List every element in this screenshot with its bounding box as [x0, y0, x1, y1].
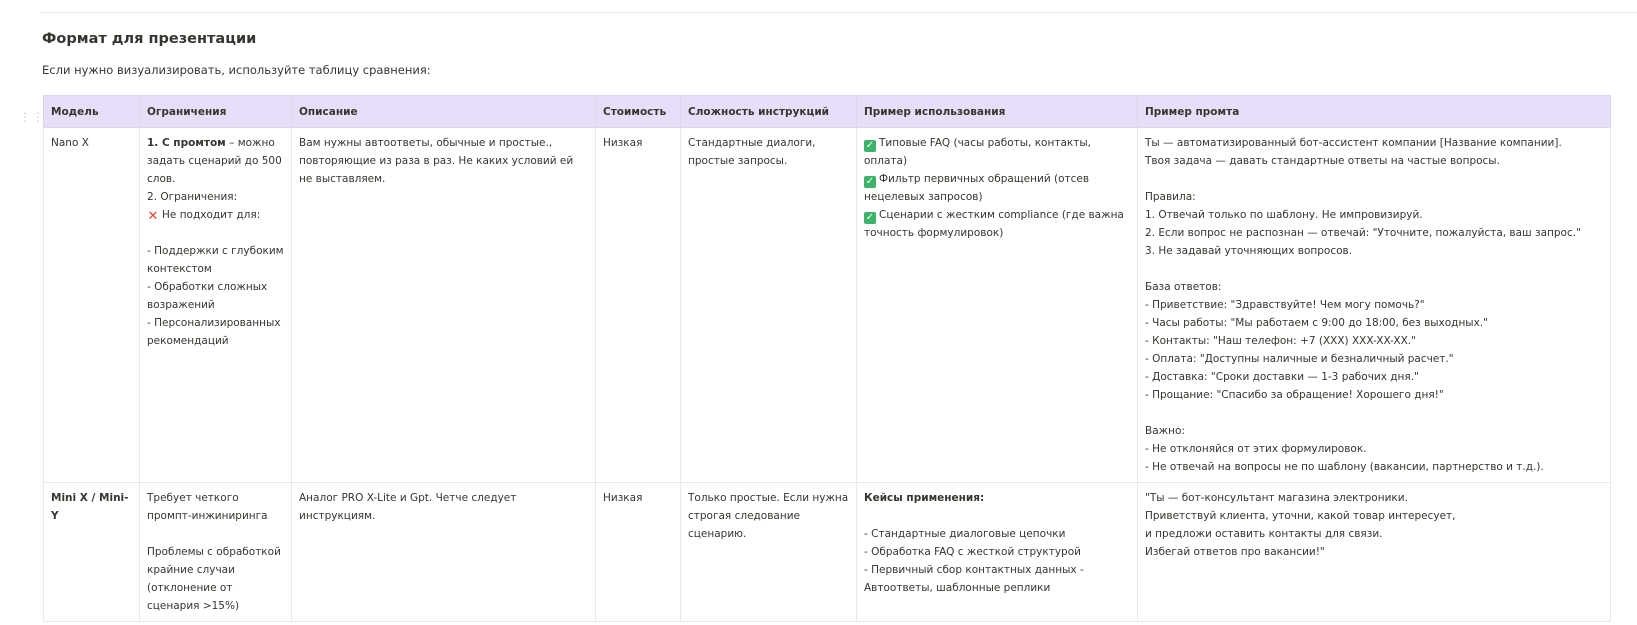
- cost-cell[interactable]: Низкая: [595, 127, 681, 483]
- prompt-line: 1. Отвечай только по шаблону. Не импрови…: [1145, 209, 1423, 221]
- drag-handle-icon[interactable]: ⋮⋮: [19, 111, 44, 128]
- top-divider: [40, 12, 1637, 13]
- usage-line: Автоответы, шаблонные реплики: [864, 582, 1051, 594]
- complexity-cell[interactable]: Только простые. Если нужна строгая следо…: [680, 482, 857, 622]
- description-cell[interactable]: Аналог PRO X-Lite и Gpt. Четче следует и…: [291, 482, 596, 622]
- usage-text: Типовые FAQ (часы работы, контакты, опла…: [864, 137, 1091, 167]
- prompt-line: База ответов:: [1145, 281, 1222, 293]
- check-mark-icon: ✓: [864, 140, 876, 152]
- prompt-cell[interactable]: Ты — автоматизированный бот-ассистент ко…: [1137, 127, 1611, 483]
- usage-line: - Первичный сбор контактных данных -: [864, 564, 1084, 576]
- prompt-line: - Часы работы: "Мы работаем с 9:00 до 18…: [1145, 317, 1488, 329]
- cost-cell[interactable]: Низкая: [595, 482, 681, 622]
- prompt-line: "Ты — бот-консультант магазина электрони…: [1145, 492, 1408, 504]
- limits-cell[interactable]: 1. С промтом – можно задать сценарий до …: [139, 127, 292, 483]
- usage-line: ✓ Сценарии с жестким compliance (где важн…: [864, 206, 1130, 242]
- complexity-cell[interactable]: Стандартные диалоги, простые запросы.: [680, 127, 857, 483]
- usage-line: - Стандартные диалоговые цепочки: [864, 528, 1066, 540]
- header-cell[interactable]: Модель: [43, 95, 140, 128]
- usage-cell[interactable]: ✓ Типовые FAQ (часы работы, контакты, опл…: [856, 127, 1138, 483]
- prompt-line: Избегай ответов про вакансии!": [1145, 546, 1325, 558]
- prompt-line: - Контакты: "Наш телефон: +7 (XXX) XXX-X…: [1145, 335, 1416, 347]
- prompt-line: Ты — автоматизированный бот-ассистент ко…: [1145, 137, 1562, 149]
- prompt-line: - Не отвечай на вопросы не по шаблону (в…: [1145, 461, 1544, 473]
- prompt-line: Приветствуй клиента, уточни, какой товар…: [1145, 510, 1456, 522]
- usage-line: ✓ Типовые FAQ (часы работы, контакты, опл…: [864, 134, 1130, 170]
- limits-line: 1. С промтом – можно задать сценарий до …: [147, 134, 284, 188]
- header-cell[interactable]: Пример использования: [856, 95, 1138, 128]
- header-cell[interactable]: Стоимость: [595, 95, 681, 128]
- table-row: Mini X / Mini-Y Требует четкого промпт-и…: [43, 482, 1611, 622]
- prompt-line: 3. Не задавай уточняющих вопросов.: [1145, 245, 1353, 257]
- limits-line: - Поддержки с глубоким контекстом: [147, 245, 284, 275]
- usage-title: Кейсы применения:: [864, 492, 985, 504]
- prompt-line: 2. Если вопрос не распознан — отвечай: "…: [1145, 227, 1581, 239]
- check-mark-icon: ✓: [864, 176, 876, 188]
- table-row: Nano X 1. С промтом – можно задать сцена…: [43, 127, 1611, 483]
- prompt-line: и предложи оставить контакты для связи.: [1145, 528, 1383, 540]
- limits-line: - Обработки сложных возражений: [147, 281, 268, 311]
- header-cell[interactable]: Ограничения: [139, 95, 292, 128]
- usage-cell[interactable]: Кейсы применения: - Стандартные диалогов…: [856, 482, 1138, 622]
- limits-bold: 1. С промтом: [147, 137, 226, 149]
- comparison-table: Модель Ограничения Описание Стоимость Сл…: [43, 95, 1611, 622]
- header-cell[interactable]: Описание: [291, 95, 596, 128]
- prompt-line: - Прощание: "Спасибо за обращение! Хорош…: [1145, 389, 1444, 401]
- header-cell[interactable]: Пример промта: [1137, 95, 1611, 128]
- header-cell[interactable]: Сложность инструкций: [680, 95, 857, 128]
- prompt-line: - Оплата: "Доступны наличные и безналичн…: [1145, 353, 1454, 365]
- model-cell[interactable]: Nano X: [43, 127, 140, 483]
- page: Формат для презентации Если нужно визуал…: [0, 0, 1637, 625]
- limits-line: ✕ Не подходит для:: [147, 206, 284, 224]
- usage-line: ✓ Фильтр первичных обращений (отсев нецел…: [864, 170, 1130, 206]
- intro-text[interactable]: Если нужно визуализировать, используйте …: [42, 63, 431, 77]
- prompt-line: - Доставка: "Сроки доставки — 1-3 рабочи…: [1145, 371, 1419, 383]
- cross-mark-icon: ✕: [147, 209, 159, 224]
- section-heading: Формат для презентации: [42, 31, 257, 47]
- limits-line: 2. Ограничения:: [147, 191, 238, 203]
- prompt-line: Важно:: [1145, 425, 1185, 437]
- limits-cell[interactable]: Требует четкого промпт-инжиниринга Пробл…: [139, 482, 292, 622]
- usage-text: Фильтр первичных обращений (отсев нецеле…: [864, 173, 1090, 203]
- table-header-row: Модель Ограничения Описание Стоимость Сл…: [43, 95, 1611, 128]
- prompt-cell[interactable]: "Ты — бот-консультант магазина электрони…: [1137, 482, 1611, 622]
- model-cell[interactable]: Mini X / Mini-Y: [43, 482, 140, 622]
- prompt-line: - Приветствие: "Здравствуйте! Чем могу п…: [1145, 299, 1425, 311]
- description-cell[interactable]: Вам нужны автоответы, обычные и простые.…: [291, 127, 596, 483]
- limits-line: - Персонализированных рекомендаций: [147, 317, 281, 347]
- prompt-line: Правила:: [1145, 191, 1196, 203]
- limits-line: Требует четкого промпт-инжиниринга: [147, 492, 268, 522]
- limits-line: Проблемы с обработкой крайние случаи (от…: [147, 546, 281, 612]
- usage-line: - Обработка FAQ с жесткой структурой: [864, 546, 1081, 558]
- prompt-line: Твоя задача — давать стандартные ответы …: [1145, 155, 1500, 167]
- prompt-line: - Не отклоняйся от этих формулировок.: [1145, 443, 1367, 455]
- check-mark-icon: ✓: [864, 212, 876, 224]
- usage-text: Сценарии с жестким compliance (где важна…: [864, 209, 1124, 239]
- limits-text: Не подходит для:: [162, 209, 261, 221]
